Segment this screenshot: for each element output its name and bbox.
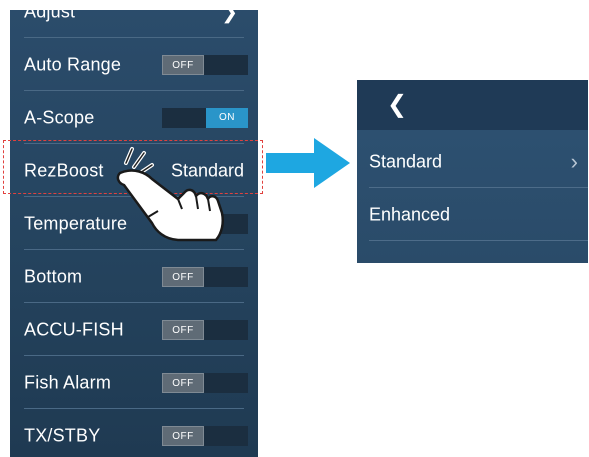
menu-item-fish-alarm[interactable]: Fish Alarm OFF bbox=[10, 356, 258, 409]
menu-item-bottom[interactable]: Bottom OFF bbox=[10, 250, 258, 303]
menu-item-label: ACCU-FISH bbox=[24, 319, 124, 339]
toggle-state: OFF bbox=[162, 372, 204, 393]
fish-alarm-toggle[interactable]: OFF bbox=[162, 372, 248, 393]
submenu-item-label: Standard bbox=[369, 151, 443, 171]
a-scope-toggle[interactable]: ON bbox=[162, 107, 248, 128]
toggle-state: ON bbox=[206, 107, 248, 128]
menu-item-tx-stby[interactable]: TX/STBY OFF bbox=[10, 409, 258, 457]
menu-item-label: Adjust bbox=[24, 10, 76, 21]
rezboost-submenu: ❮ Standard › Enhanced bbox=[357, 80, 588, 263]
menu-item-adjust[interactable]: Adjust ❯ bbox=[10, 10, 258, 38]
submenu-item-label: Enhanced bbox=[369, 204, 451, 224]
menu-item-accu-fish[interactable]: ACCU-FISH OFF bbox=[10, 303, 258, 356]
tx-stby-toggle[interactable]: OFF bbox=[162, 425, 248, 446]
submenu-item-standard[interactable]: Standard › bbox=[357, 135, 588, 188]
menu-item-label: A-Scope bbox=[24, 107, 95, 127]
tap-hand-icon bbox=[116, 147, 224, 242]
auto-range-toggle[interactable]: OFF bbox=[162, 54, 248, 75]
toggle-state: OFF bbox=[162, 425, 204, 446]
menu-item-auto-range[interactable]: Auto Range OFF bbox=[10, 38, 258, 91]
menu-item-label: Fish Alarm bbox=[24, 372, 112, 392]
toggle-state: OFF bbox=[162, 266, 204, 287]
toggle-state: OFF bbox=[162, 54, 204, 75]
menu-item-label: TX/STBY bbox=[24, 425, 101, 445]
chevron-left-icon[interactable]: ❮ bbox=[387, 90, 407, 119]
chevron-right-icon: ❯ bbox=[221, 10, 238, 23]
bottom-toggle[interactable]: OFF bbox=[162, 266, 248, 287]
submenu-item-enhanced[interactable]: Enhanced bbox=[357, 188, 588, 241]
menu-item-label: Auto Range bbox=[24, 54, 122, 74]
toggle-state: OFF bbox=[162, 319, 204, 340]
divider bbox=[369, 240, 588, 241]
arrow-right-icon bbox=[266, 138, 350, 188]
accu-fish-toggle[interactable]: OFF bbox=[162, 319, 248, 340]
submenu-header: ❮ bbox=[357, 80, 588, 130]
menu-item-label: Bottom bbox=[24, 266, 83, 286]
menu-item-a-scope[interactable]: A-Scope ON bbox=[10, 91, 258, 144]
chevron-right-icon: › bbox=[570, 148, 578, 174]
